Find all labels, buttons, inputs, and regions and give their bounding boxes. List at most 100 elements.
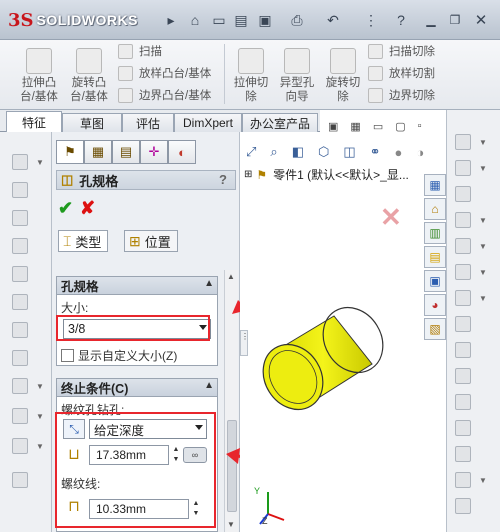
appearances-icon[interactable]: ◕ bbox=[424, 294, 446, 316]
file-explorer-icon[interactable]: ▤ bbox=[424, 246, 446, 268]
expand-icon[interactable]: ⊞ bbox=[244, 169, 252, 180]
custom-properties-icon[interactable]: ▧ bbox=[424, 318, 446, 340]
hide-show-icon[interactable]: ⚭ bbox=[370, 144, 381, 160]
extrude-cut-button[interactable]: 拉伸切 除 bbox=[228, 48, 274, 104]
shell-icon[interactable] bbox=[12, 210, 28, 226]
new-document-icon[interactable]: ▭ bbox=[208, 9, 230, 31]
tab-office-products[interactable]: 办公室产品 bbox=[242, 113, 318, 132]
traffic-light-icon[interactable]: ⋮ bbox=[360, 9, 382, 31]
rectangle-icon[interactable] bbox=[455, 212, 471, 228]
home-icon[interactable]: ⌂ bbox=[184, 9, 206, 31]
instant3d-icon[interactable] bbox=[12, 472, 28, 488]
revolve-boss-button[interactable]: 旋转凸 台/基体 bbox=[64, 48, 114, 104]
arrow-menu-icon[interactable]: ▸ bbox=[160, 9, 182, 31]
chevron-down-icon[interactable]: ▼ bbox=[479, 164, 487, 173]
tab-evaluate[interactable]: 评估 bbox=[122, 113, 174, 132]
confirm-cancel-icon[interactable]: ✕ bbox=[380, 202, 402, 233]
chevron-down-icon[interactable]: ▼ bbox=[36, 442, 44, 451]
arc-icon[interactable] bbox=[455, 290, 471, 306]
sweep-cut-button[interactable]: 扫描切除 bbox=[368, 42, 435, 60]
tab-dimxpert[interactable]: DimXpert bbox=[174, 113, 242, 132]
chevron-down-icon[interactable]: ▼ bbox=[36, 158, 44, 167]
chamfer-icon[interactable] bbox=[12, 182, 28, 198]
tab-sketch[interactable]: 草图 bbox=[62, 113, 122, 132]
tile-view-icon[interactable]: ▦ bbox=[350, 120, 360, 133]
smart-dimension-icon[interactable] bbox=[455, 134, 471, 150]
tab-type[interactable]: ⌶ 类型 bbox=[58, 230, 109, 252]
chevron-down-icon[interactable]: ▼ bbox=[479, 242, 487, 251]
hole-wizard-button[interactable]: 异型孔 向导 bbox=[274, 48, 320, 104]
section-view-icon[interactable]: ◧ bbox=[292, 144, 304, 160]
slot-icon[interactable] bbox=[455, 238, 471, 254]
tab-position[interactable]: ⊞ 位置 bbox=[124, 230, 178, 252]
extrude-boss-button[interactable]: 拉伸凸 台/基体 bbox=[14, 48, 64, 104]
display-manager-tab-icon[interactable]: ◐ bbox=[168, 140, 196, 164]
hole-spec-header[interactable]: 孔规格 ▲ bbox=[57, 277, 217, 295]
configuration-manager-tab-icon[interactable]: ▤ bbox=[112, 140, 140, 164]
reference-geometry-icon[interactable] bbox=[12, 408, 28, 424]
polygon-icon[interactable] bbox=[455, 368, 471, 384]
loft-cut-button[interactable]: 放样切割 bbox=[368, 64, 435, 82]
design-library-icon[interactable]: ▥ bbox=[424, 222, 446, 244]
dome-icon[interactable] bbox=[12, 322, 28, 338]
draft-icon[interactable] bbox=[12, 266, 28, 282]
appearance-icon[interactable]: ● bbox=[395, 145, 403, 160]
cancel-button[interactable]: ✘ bbox=[80, 198, 95, 219]
resources-icon[interactable]: ▦ bbox=[424, 174, 446, 196]
split-view-icon[interactable]: ▣ bbox=[328, 120, 338, 133]
line-icon[interactable] bbox=[455, 186, 471, 202]
collapse-panel-handle[interactable]: ⋮ bbox=[240, 330, 249, 356]
curves-icon[interactable] bbox=[12, 438, 28, 454]
circle-icon[interactable] bbox=[455, 264, 471, 280]
cylinder-part[interactable] bbox=[254, 292, 384, 432]
view-palette-icon[interactable]: ▣ bbox=[424, 270, 446, 292]
help-button[interactable]: ? bbox=[215, 172, 231, 188]
chevron-down-icon[interactable]: ▼ bbox=[479, 294, 487, 303]
scene-icon[interactable]: ◑ bbox=[416, 145, 424, 160]
home-pane-icon[interactable]: ⌂ bbox=[424, 198, 446, 220]
zoom-area-icon[interactable]: ⌕ bbox=[270, 144, 277, 160]
property-manager-tab-icon[interactable]: ▦ bbox=[84, 140, 112, 164]
spline-icon[interactable] bbox=[455, 316, 471, 332]
restore-icon[interactable]: ❐ bbox=[444, 9, 466, 31]
mirror-icon[interactable] bbox=[12, 350, 28, 366]
chevron-down-icon[interactable]: ▼ bbox=[479, 138, 487, 147]
collapse-icon[interactable]: ▲ bbox=[204, 380, 214, 391]
dimxpert-manager-tab-icon[interactable]: ✛ bbox=[140, 140, 168, 164]
window-maximize-icon[interactable]: ▢ bbox=[395, 120, 405, 133]
collapse-icon[interactable]: ▲ bbox=[204, 278, 214, 289]
view-orientation-icon[interactable]: ⬡ bbox=[318, 144, 329, 160]
boundary-cut-button[interactable]: 边界切除 bbox=[368, 86, 435, 104]
close-window-icon[interactable]: ✕ bbox=[470, 9, 492, 31]
help-icon[interactable]: ? bbox=[390, 9, 412, 31]
tab-features[interactable]: 特征 bbox=[6, 111, 62, 133]
chevron-down-icon[interactable]: ▼ bbox=[479, 476, 487, 485]
point-icon[interactable] bbox=[455, 394, 471, 410]
ellipse-icon[interactable] bbox=[455, 342, 471, 358]
wrap-icon[interactable] bbox=[12, 294, 28, 310]
display-style-icon[interactable]: ◫ bbox=[343, 144, 355, 160]
window-close-icon[interactable]: ▫ bbox=[418, 120, 422, 133]
relations-icon[interactable] bbox=[455, 160, 471, 176]
scroll-down-icon[interactable]: ▼ bbox=[227, 520, 235, 529]
feature-tree-flyout[interactable]: ⊞ ⚑ 零件1 (默认<<默认>_显... bbox=[244, 166, 409, 183]
open-folder-icon[interactable]: ▤ bbox=[230, 9, 252, 31]
custom-size-checkbox[interactable]: 显示自定义大小(Z) bbox=[61, 347, 177, 364]
rib-icon[interactable] bbox=[12, 238, 28, 254]
ok-button[interactable]: ✔ bbox=[58, 198, 73, 219]
chevron-down-icon[interactable]: ▼ bbox=[36, 412, 44, 421]
text-icon[interactable] bbox=[455, 446, 471, 462]
linear-pattern-icon[interactable] bbox=[12, 378, 28, 394]
chevron-down-icon[interactable]: ▼ bbox=[479, 268, 487, 277]
centerline-icon[interactable] bbox=[455, 420, 471, 436]
boundary-boss-button[interactable]: 边界凸台/基体 bbox=[118, 86, 211, 104]
zoom-to-fit-icon[interactable]: ⤢ bbox=[246, 144, 256, 160]
end-condition-header[interactable]: 终止条件(C) ▲ bbox=[57, 379, 217, 397]
offset-icon[interactable] bbox=[455, 498, 471, 514]
print-icon[interactable]: ⎙ bbox=[286, 9, 308, 31]
trim-icon[interactable] bbox=[455, 472, 471, 488]
save-icon[interactable]: ▣ bbox=[254, 9, 276, 31]
undo-icon[interactable]: ↶ bbox=[322, 9, 344, 31]
sweep-button[interactable]: 扫描 bbox=[118, 42, 162, 60]
fillet-icon[interactable] bbox=[12, 154, 28, 170]
